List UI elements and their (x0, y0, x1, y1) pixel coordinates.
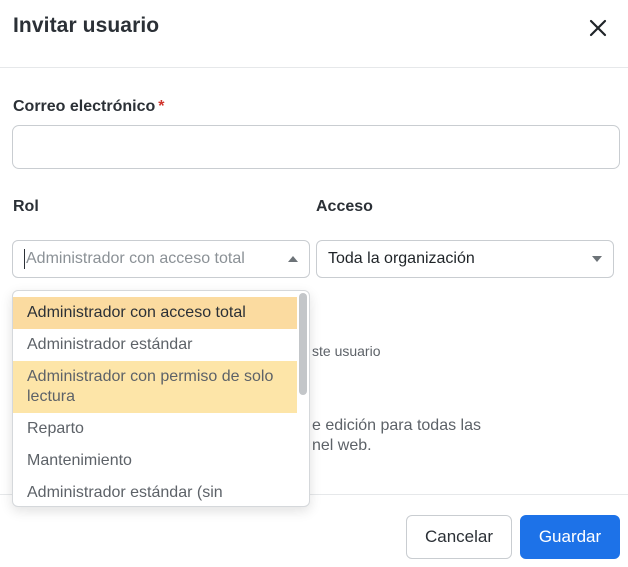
caret-down-icon (592, 256, 602, 262)
required-mark: * (158, 98, 165, 115)
close-icon (589, 19, 607, 37)
modal-header: Invitar usuario (0, 0, 628, 68)
email-label-text: Correo electrónico (13, 98, 156, 115)
email-input[interactable] (12, 125, 620, 169)
access-select[interactable]: Toda la organización (316, 240, 614, 278)
role-option[interactable]: Administrador estándar (13, 329, 297, 361)
hidden-text-line-1: ste usuario (312, 343, 381, 359)
close-button[interactable] (584, 14, 612, 42)
hidden-text-line-2: e edición para todas las (312, 417, 481, 434)
access-value: Toda la organización (328, 250, 475, 267)
cancel-button[interactable]: Cancelar (406, 515, 512, 559)
email-label: Correo electrónico * (13, 98, 165, 116)
dropdown-scrollbar[interactable] (299, 293, 307, 395)
role-label: Rol (13, 198, 39, 215)
role-option[interactable]: Administrador con acceso total (13, 297, 297, 329)
save-button[interactable]: Guardar (520, 515, 620, 559)
role-option[interactable]: Administrador estándar (sin (13, 477, 297, 506)
hidden-text-line-3: nel web. (312, 437, 372, 454)
text-cursor (24, 249, 25, 269)
access-label: Acceso (316, 198, 373, 215)
role-dropdown-menu[interactable]: Administrador con acceso total Administr… (12, 290, 310, 507)
role-options-list: Administrador con acceso total Administr… (13, 297, 297, 506)
role-select[interactable]: Administrador con acceso total (12, 240, 310, 278)
caret-up-icon (288, 256, 298, 262)
role-option[interactable]: Administrador con permiso de solo lectur… (13, 361, 297, 413)
role-placeholder: Administrador con acceso total (26, 250, 245, 267)
modal-title: Invitar usuario (13, 14, 160, 37)
role-option[interactable]: Reparto (13, 413, 297, 445)
role-option[interactable]: Mantenimiento (13, 445, 297, 477)
